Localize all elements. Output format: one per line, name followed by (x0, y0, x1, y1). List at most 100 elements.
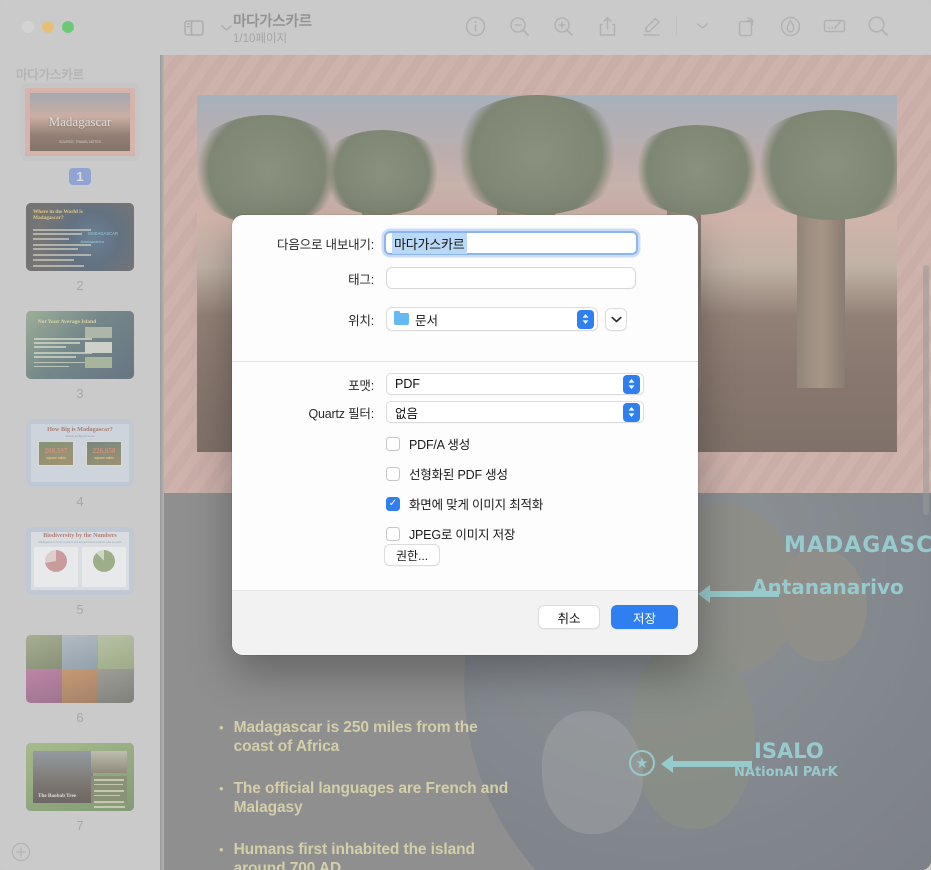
share-icon[interactable] (594, 13, 620, 39)
stepper-updown-icon[interactable] (623, 403, 640, 422)
tags-row: 태그: (232, 267, 698, 289)
thumbnail-page-6[interactable]: Flora and Fauna (26, 635, 134, 703)
checkbox-row-jpeg[interactable]: JPEG로 이미지 저장 (386, 524, 515, 543)
checkbox-optimize[interactable]: ✓ (386, 497, 400, 511)
export-as-row: 다음으로 내보내기: 마다가스카르 (232, 231, 698, 255)
checkbox-row-optimize[interactable]: ✓ 화면에 맞게 이미지 최적화 (386, 494, 543, 513)
thumb-frame (25, 88, 135, 156)
page-counter: 1/10페이지 (233, 32, 312, 47)
bullet-text: The official languages are French and Ma… (234, 779, 519, 817)
page-title: 마다가스카르 (233, 13, 312, 31)
permissions-button[interactable]: 권한... (384, 544, 440, 566)
vertical-scrollbar[interactable] (923, 265, 929, 515)
quartz-filter-label: Quartz 필터: (232, 403, 374, 422)
preview-window: 마다가스카르 1/10페이지 (0, 0, 931, 870)
thumbnail-page-7[interactable]: The Baobab Tree (26, 743, 134, 811)
format-value: PDF (395, 377, 420, 391)
list-item[interactable]: Biodiversity by the Numbers Madagascar i… (0, 527, 160, 635)
page-number-2: 2 (76, 278, 83, 293)
markup-icon[interactable] (638, 13, 664, 39)
window-titlebar: 마다가스카르 1/10페이지 (0, 0, 931, 55)
document-title-block: 마다가스카르 1/10페이지 (233, 13, 312, 47)
list-item[interactable]: Not Your Average Island 3 (0, 311, 160, 419)
quartz-filter-popup-button[interactable]: 없음 (386, 401, 644, 423)
traffic-lights (22, 21, 74, 33)
list-item: • Madagascar is 250 miles from the coast… (219, 718, 519, 756)
checkbox-linearized[interactable] (386, 467, 400, 481)
where-row: 위치: 문서 (232, 307, 698, 331)
checkbox-row-pdfa[interactable]: PDF/A 생성 (386, 434, 470, 453)
thumbnail-page-5[interactable]: Biodiversity by the Numbers Madagascar i… (26, 527, 134, 595)
sidebar-title: 마다가스카르 (0, 55, 160, 83)
minimize-button[interactable] (42, 21, 54, 33)
search-icon[interactable] (865, 13, 891, 39)
info-icon[interactable] (462, 13, 488, 39)
list-item[interactable]: Madagascar SOURCE: TRAVEL NOTES 1 (0, 83, 160, 203)
thumb-pin-label: Antananarivo (80, 239, 104, 244)
export-name-input[interactable]: 마다가스카르 (384, 231, 638, 255)
page-number-6: 6 (76, 710, 83, 725)
thumb-photo (85, 327, 112, 338)
tags-input[interactable] (386, 267, 636, 289)
checkbox-jpeg[interactable] (386, 527, 400, 541)
thumbnail-page-2[interactable]: Where in the World is Madagascar? MADAGA… (26, 203, 134, 271)
thumbnail-list[interactable]: Madagascar SOURCE: TRAVEL NOTES 1 Where … (0, 83, 160, 843)
list-item[interactable]: Flora and Fauna 6 (0, 635, 160, 743)
list-item[interactable]: How Big is Madagascar? Almost as Big as … (0, 419, 160, 527)
thumbnail-sidebar[interactable]: 마다가스카르 Madagascar SOURCE: TRAVEL NOTES 1 (0, 55, 160, 870)
bullet-text: Madagascar is 250 miles from the coast o… (234, 718, 519, 756)
thumb-frame (26, 419, 134, 487)
quartz-filter-value: 없음 (395, 403, 418, 422)
section-divider (232, 361, 698, 362)
folder-icon (394, 313, 409, 325)
chevron-down-icon[interactable] (689, 13, 715, 39)
where-popup-button[interactable]: 문서 (386, 307, 598, 331)
list-item: • The official languages are French and … (219, 779, 519, 817)
format-row: 포맷: PDF (232, 373, 698, 395)
checkbox-row-linearized[interactable]: 선형화된 PDF 생성 (386, 464, 508, 483)
page-number-1: 1 (69, 168, 90, 185)
thumb-photo (85, 342, 112, 353)
sidebar-divider (160, 55, 164, 870)
thumb-photo: The Baobab Tree (33, 751, 93, 803)
annotation-park-sub: NAtionAl PArK (734, 765, 838, 780)
star-icon: ★ (629, 750, 655, 776)
thumb-frame (26, 527, 134, 595)
thumb-title: Not Your Average Island (36, 319, 98, 326)
chevron-down-icon[interactable] (605, 308, 627, 331)
export-name-value: 마다가스카르 (392, 233, 467, 254)
format-label: 포맷: (232, 375, 374, 394)
save-button[interactable]: 저장 (611, 605, 678, 629)
bullet-glyph: • (219, 779, 224, 817)
bullet-glyph: • (219, 840, 224, 870)
maximize-button[interactable] (62, 21, 74, 33)
annotation-park-name: ISALO (754, 739, 824, 763)
cancel-button[interactable]: 취소 (538, 605, 600, 629)
close-button[interactable] (22, 21, 34, 33)
sign-icon[interactable] (821, 13, 847, 39)
rotate-icon[interactable] (733, 13, 759, 39)
stepper-updown-icon[interactable] (577, 310, 594, 329)
tags-label: 태그: (232, 269, 374, 288)
annotate-icon[interactable] (777, 13, 803, 39)
checkbox-pdfa[interactable] (386, 437, 400, 451)
toolbar-right-group (462, 13, 891, 39)
list-item[interactable]: The Baobab Tree 7 (0, 743, 160, 843)
sidebar-icon[interactable] (180, 14, 208, 42)
thumb-title: The Baobab Tree (38, 793, 76, 799)
thumb-title: Where in the World is Madagascar? (33, 209, 93, 222)
thumbnail-page-1[interactable]: Madagascar SOURCE: TRAVEL NOTES (20, 83, 140, 161)
bullet-glyph: • (219, 718, 224, 756)
list-item: • Humans first inhabited the island arou… (219, 840, 519, 870)
stepper-updown-icon[interactable] (623, 375, 640, 394)
list-item[interactable]: Where in the World is Madagascar? MADAGA… (0, 203, 160, 311)
toolbar-left-group (180, 14, 240, 42)
thumbnail-page-3[interactable]: Not Your Average Island (26, 311, 134, 379)
zoom-out-icon[interactable] (506, 13, 532, 39)
plus-circle-icon[interactable] (10, 841, 32, 863)
export-dialog[interactable]: 다음으로 내보내기: 마다가스카르 태그: 위치: 문서 (232, 215, 698, 655)
zoom-in-icon[interactable] (550, 13, 576, 39)
map-country-label: MADAGASCAR (784, 533, 931, 558)
thumbnail-page-4[interactable]: How Big is Madagascar? Almost as Big as … (26, 419, 134, 487)
format-popup-button[interactable]: PDF (386, 373, 644, 395)
